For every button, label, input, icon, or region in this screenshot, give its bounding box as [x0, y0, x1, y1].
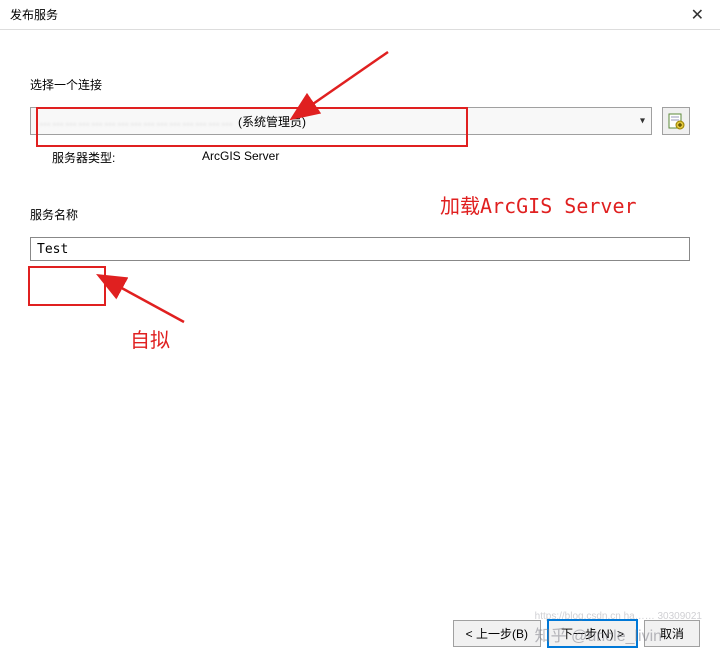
close-icon[interactable]: ✕: [685, 5, 710, 25]
next-button[interactable]: 下一步(N) >: [547, 619, 638, 648]
service-name-input[interactable]: [30, 237, 690, 261]
connection-role-text: (系统管理员): [238, 113, 306, 130]
server-type-label: 服务器类型:: [52, 149, 202, 166]
annotation-load-server: 加载ArcGIS Server: [440, 190, 637, 219]
server-type-value: ArcGIS Server: [202, 149, 279, 166]
title-bar: 发布服务 ✕: [0, 0, 720, 30]
cancel-button[interactable]: 取消: [644, 620, 700, 647]
dialog-content: 选择一个连接 ……………………………………… (系统管理员) ▾: [0, 30, 720, 261]
connection-obscured-text: ………………………………………: [39, 114, 234, 128]
service-name-label: 服务名称: [30, 206, 78, 223]
back-button[interactable]: < 上一步(B): [453, 620, 541, 647]
highlight-service-name: [28, 266, 106, 306]
window-title: 发布服务: [10, 6, 58, 23]
annotation-custom-name: 自拟: [130, 324, 170, 353]
choose-connection-label: 选择一个连接: [30, 76, 102, 93]
add-connection-button[interactable]: [662, 107, 690, 135]
add-server-icon: [667, 112, 685, 130]
dialog-footer: < 上一步(B) 下一步(N) > 取消: [453, 619, 700, 648]
chevron-down-icon: ▾: [640, 116, 645, 127]
connection-dropdown[interactable]: ……………………………………… (系统管理员) ▾: [30, 107, 652, 135]
